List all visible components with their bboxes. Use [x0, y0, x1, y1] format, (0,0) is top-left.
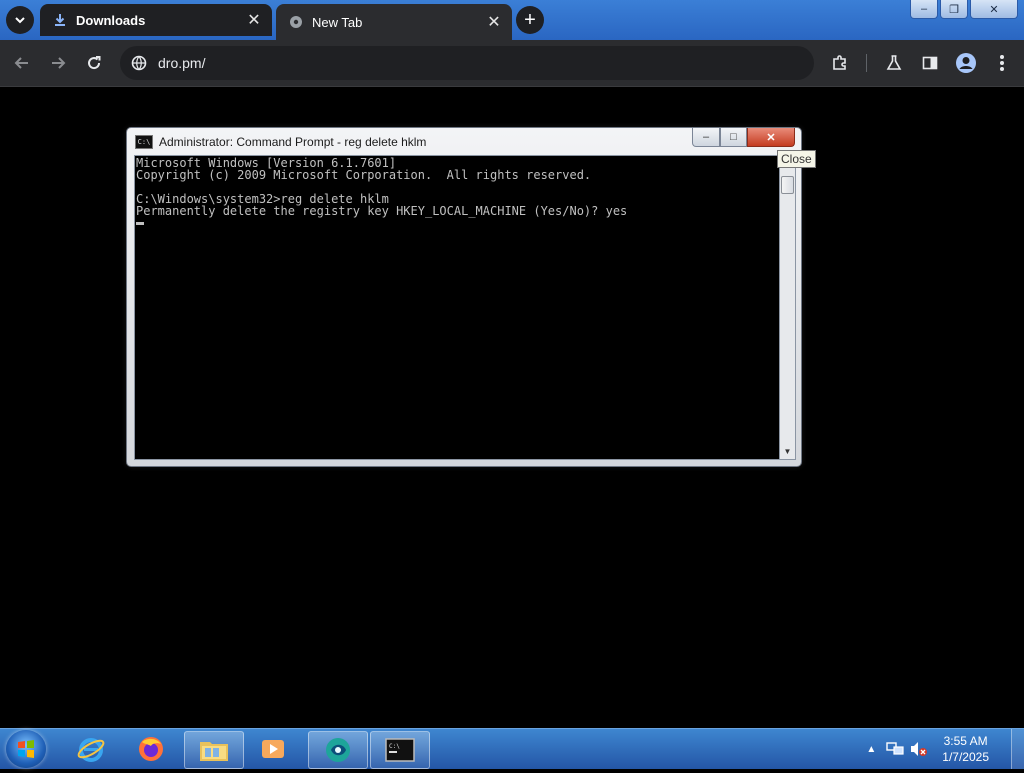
arrow-left-icon — [14, 57, 28, 69]
svg-text:C:\: C:\ — [389, 743, 400, 750]
clock-time: 3:55 AM — [943, 734, 988, 748]
menu-button[interactable] — [988, 49, 1016, 77]
extensions-button[interactable] — [826, 49, 854, 77]
maximize-icon: □ — [730, 131, 737, 143]
vertical-scrollbar[interactable]: ▲ ▼ — [779, 155, 796, 460]
firefox-icon — [139, 737, 163, 761]
maximize-button[interactable]: □ — [720, 128, 747, 147]
restore-button[interactable]: ❐ — [940, 0, 968, 19]
notification-area: ▲ 3:55 AM 1/7/2025 — [866, 729, 1024, 769]
scroll-thumb[interactable] — [781, 176, 794, 194]
taskbar: C:\ ▲ 3:55 AM 1/7/2025 — [0, 728, 1024, 769]
clock-date: 1/7/2025 — [942, 750, 989, 764]
command-prompt-icon: C:\ — [385, 738, 415, 762]
tab-search-button[interactable] — [6, 6, 34, 34]
close-tooltip: Close — [777, 150, 816, 168]
avatar-icon — [956, 53, 976, 73]
browser-tab-strip: Downloads ✕ New Tab ✕ + – ❐ ✕ — [0, 0, 1024, 40]
globe-icon — [288, 14, 304, 30]
close-button[interactable]: ✕ — [747, 128, 795, 147]
close-button[interactable]: ✕ — [970, 0, 1018, 19]
minimize-button[interactable]: – — [692, 128, 720, 147]
clock[interactable]: 3:55 AM 1/7/2025 — [942, 733, 989, 765]
back-button[interactable] — [8, 49, 36, 77]
minimize-icon: – — [920, 3, 928, 15]
reload-icon — [88, 56, 101, 70]
reload-button[interactable] — [80, 49, 108, 77]
download-icon — [52, 12, 68, 28]
close-tab-icon[interactable]: ✕ — [244, 10, 264, 30]
show-hidden-icons-icon[interactable]: ▲ — [866, 744, 876, 755]
site-info-icon[interactable] — [130, 54, 148, 72]
browser-window-controls: – ❐ ✕ — [908, 0, 1018, 19]
close-icon: ✕ — [766, 131, 776, 144]
command-prompt-window[interactable]: C:\ Administrator: Command Prompt - reg … — [126, 127, 802, 467]
restore-icon: ❐ — [949, 3, 959, 16]
network-icon[interactable] — [886, 741, 904, 757]
taskbar-media-player[interactable] — [244, 731, 302, 767]
volume-muted-icon[interactable] — [910, 741, 928, 757]
show-desktop-button[interactable] — [1011, 729, 1024, 769]
console-output[interactable]: Microsoft Windows [Version 6.1.7601] Cop… — [134, 155, 780, 460]
internet-explorer-icon — [77, 738, 105, 762]
url-text: dro.pm/ — [158, 55, 206, 71]
taskbar-file-explorer[interactable] — [184, 731, 244, 769]
text-cursor — [136, 222, 144, 225]
side-panel-icon — [922, 56, 938, 70]
window-title: Administrator: Command Prompt - reg dele… — [159, 135, 427, 149]
puzzle-icon — [833, 55, 846, 70]
media-player-icon — [262, 740, 284, 758]
folder-icon — [200, 742, 228, 761]
taskbar-command-prompt[interactable]: C:\ — [370, 731, 430, 769]
close-tab-icon[interactable]: ✕ — [484, 12, 504, 32]
minimize-icon: – — [702, 131, 710, 143]
start-button[interactable] — [6, 730, 46, 768]
scroll-down-icon[interactable]: ▼ — [780, 444, 795, 459]
window-controls: – □ ✕ — [692, 128, 795, 147]
close-icon: ✕ — [989, 3, 999, 16]
tab-new-tab[interactable]: New Tab ✕ — [276, 4, 512, 40]
browser-toolbar: dro.pm/ — [0, 40, 1024, 87]
windows-logo-icon — [18, 740, 34, 758]
more-vertical-icon — [1000, 55, 1004, 71]
console-line: Permanently delete the registry key HKEY… — [136, 204, 628, 218]
forward-button[interactable] — [44, 49, 72, 77]
console-text: Microsoft Windows [Version 6.1.7601] Cop… — [136, 157, 627, 229]
tab-label: Downloads — [76, 12, 146, 28]
app-icon — [326, 738, 350, 762]
plus-icon: + — [524, 8, 536, 31]
console-line: Copyright (c) 2009 Microsoft Corporation… — [136, 168, 592, 182]
taskbar-app[interactable] — [308, 731, 368, 769]
minimize-button[interactable]: – — [910, 0, 938, 19]
taskbar-internet-explorer[interactable] — [62, 731, 120, 767]
window-title-bar[interactable]: C:\ Administrator: Command Prompt - reg … — [135, 133, 426, 151]
address-bar[interactable]: dro.pm/ — [120, 46, 814, 80]
labs-button[interactable] — [880, 49, 908, 77]
profile-button[interactable] — [952, 49, 980, 77]
toolbar-divider — [866, 54, 867, 72]
taskbar-firefox[interactable] — [122, 731, 180, 767]
new-tab-button[interactable]: + — [516, 6, 544, 34]
tab-label: New Tab — [312, 14, 363, 30]
command-prompt-icon: C:\ — [135, 135, 153, 149]
arrow-right-icon — [52, 57, 66, 69]
chevron-down-icon — [15, 17, 25, 24]
side-panel-button[interactable] — [916, 49, 944, 77]
tab-downloads[interactable]: Downloads ✕ — [40, 4, 272, 36]
flask-icon — [886, 55, 902, 70]
